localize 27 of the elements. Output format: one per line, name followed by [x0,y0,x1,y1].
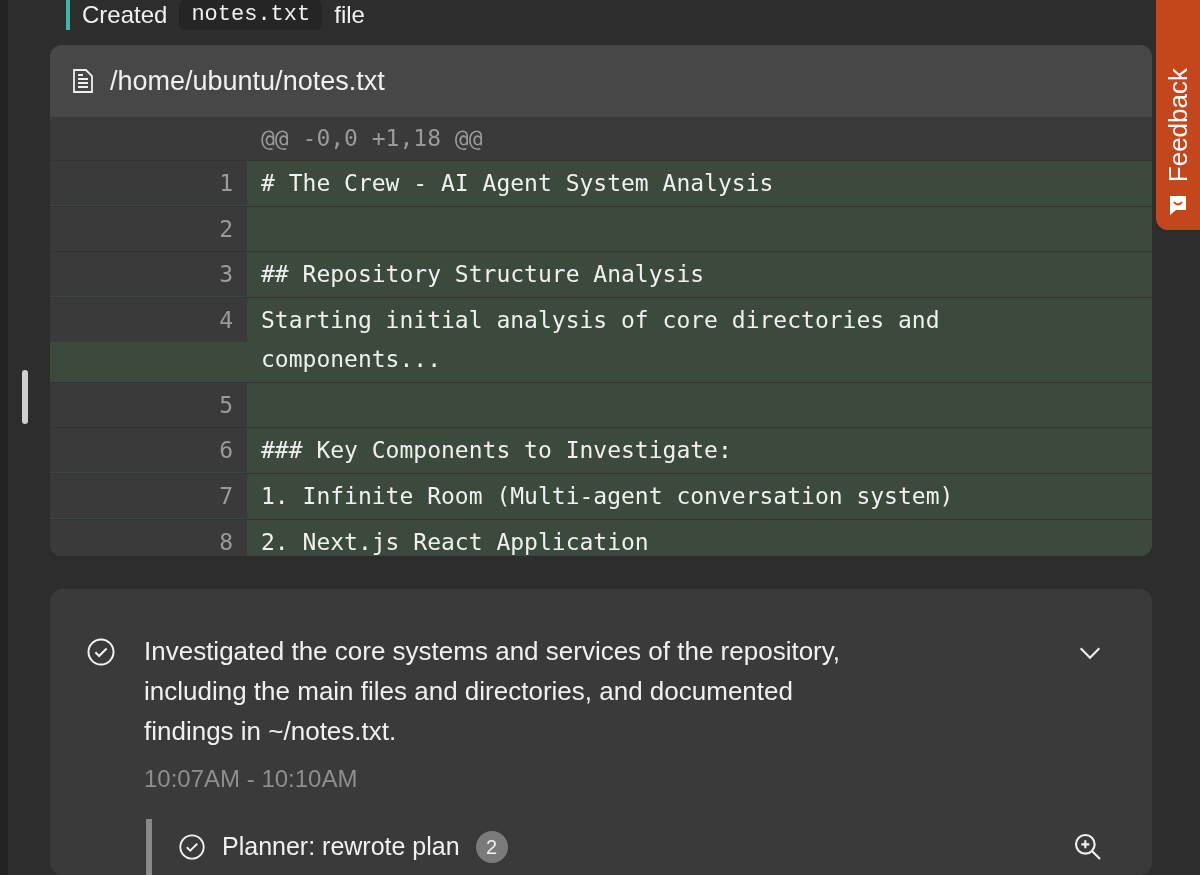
line-number: 2 [219,215,233,245]
line-number: 3 [219,260,233,290]
status-text: file [334,0,365,30]
file-path: /home/ubuntu/notes.txt [110,64,385,98]
line-number: 6 [219,436,233,466]
status-text: Created [82,0,168,30]
line-number: 8 [219,528,233,556]
line-number: 1 [219,169,233,199]
code-line: ### Key Components to Investigate: [261,436,733,466]
scrollbar-handle[interactable] [22,370,28,424]
smiley-chat-icon [1168,194,1188,216]
substep-label: Planner: rewrote plan [222,831,460,863]
code-line: 1. Infinite Room (Multi-agent conversation system) [261,482,955,512]
code-line: Starting initial analysis of core directories and components... [261,306,941,375]
line-number: 7 [219,482,233,512]
document-icon [72,68,94,95]
count-badge: 2 [475,831,508,863]
code-line: 2. Next.js React Application [261,528,650,556]
line-number: 4 [219,306,233,336]
step-summary: Investigated the core systems and services of the repository, including the main files and directories, and documented findings in ~/notes.txt. [144,635,842,748]
hunk-header: @@ -0,0 +1,18 @@ [260,124,483,154]
feedback-tab[interactable]: Feedback [1156,0,1200,230]
time-range: 10:07AM - 10:10AM [144,764,359,794]
code-chip: notes.txt [179,0,323,30]
code-line: ## Repository Structure Analysis [261,260,706,290]
code-line: # The Crew - AI Agent System Analysis [261,169,775,199]
line-number: 5 [219,391,233,421]
